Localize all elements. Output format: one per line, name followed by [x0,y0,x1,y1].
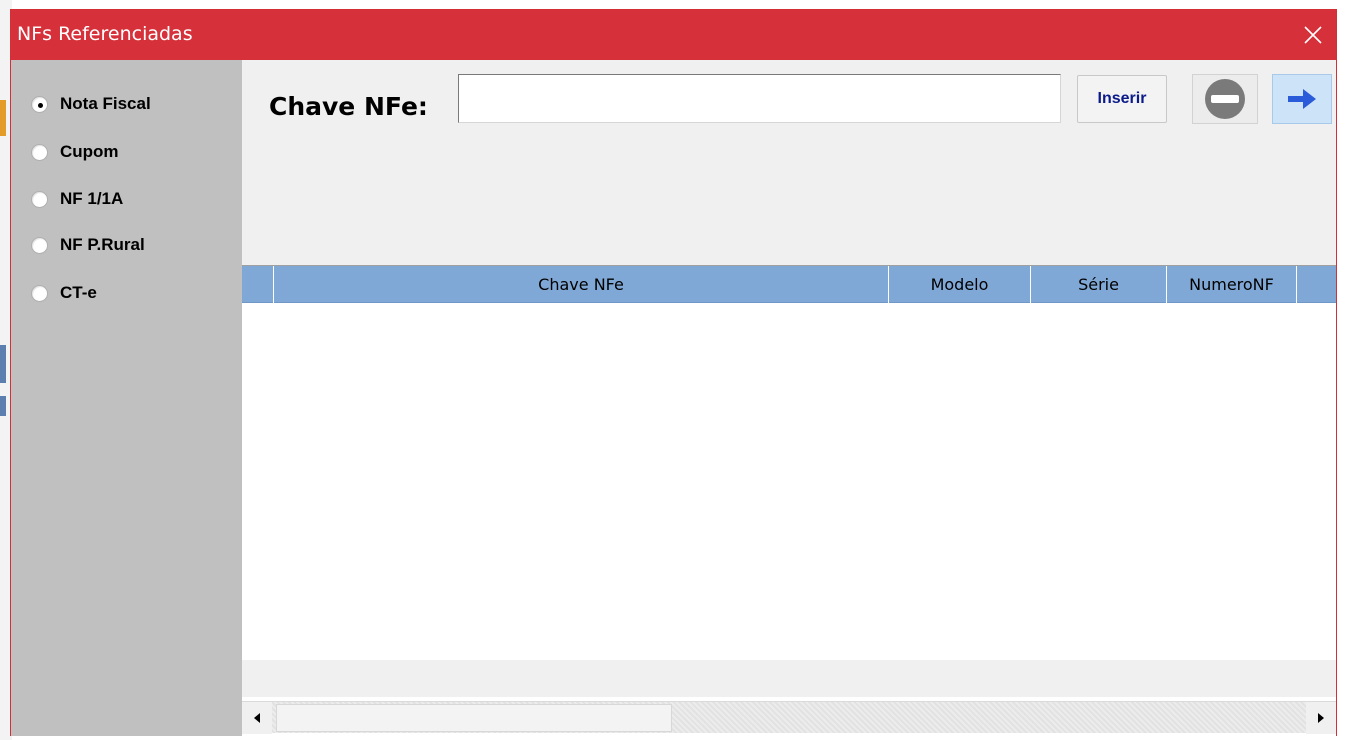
title-bar[interactable]: NFs Referenciadas [11,10,1336,60]
column-serie[interactable]: Série [1031,266,1167,303]
grid-footer [242,660,1336,697]
scroll-thumb[interactable] [276,704,672,732]
main-content: Chave NFe: Inserir Chave NFe Modelo Séri… [242,60,1336,736]
scroll-left-icon [254,713,260,723]
radio-ct-e[interactable]: CT-e [31,281,97,305]
radio-label: Nota Fiscal [60,94,151,113]
advance-button[interactable] [1272,74,1332,124]
remove-icon [1205,79,1245,119]
chave-nfe-label: Chave NFe: [269,92,428,121]
window-title: NFs Referenciadas [17,23,193,45]
column-modelo[interactable]: Modelo [889,266,1031,303]
remove-button[interactable] [1192,74,1258,124]
radio-indicator[interactable] [31,143,48,161]
background-top [0,0,1346,9]
chave-nfe-input[interactable] [458,74,1061,123]
grid-header: Chave NFe Modelo Série NumeroNF [242,266,1336,303]
radio-nota-fiscal[interactable]: Nota Fiscal [31,92,151,116]
radio-indicator[interactable] [31,236,48,254]
scroll-left-button[interactable] [242,702,272,734]
scroll-right-button[interactable] [1306,702,1336,734]
column-chave-nfe[interactable]: Chave NFe [274,266,889,303]
scroll-right-icon [1318,713,1324,723]
close-button[interactable] [1290,10,1336,60]
radio-label: CT-e [60,283,97,302]
arrow-right-icon [1288,89,1316,109]
background-app-mark [0,100,6,136]
radio-nf-1-1a[interactable]: NF 1/1A [31,187,123,211]
horizontal-scrollbar[interactable] [242,701,1336,734]
close-icon [1304,26,1322,44]
radio-label: NF 1/1A [60,189,124,208]
grid-row-selector-header[interactable] [242,266,274,303]
radio-nf-p-rural[interactable]: NF P.Rural [31,233,145,257]
radio-label: Cupom [60,142,119,161]
radio-indicator[interactable] [31,190,48,208]
radio-indicator[interactable] [31,95,48,113]
referenced-nfs-grid[interactable]: Chave NFe Modelo Série NumeroNF [242,265,1336,736]
radio-label: NF P.Rural [60,235,145,254]
background-app-mark [0,345,6,383]
document-type-panel: Nota Fiscal Cupom NF 1/1A NF P.Rural CT-… [11,60,242,736]
nfs-referenciadas-dialog: NFs Referenciadas Nota Fiscal Cupom NF 1… [10,9,1337,736]
background-app-mark [0,396,6,416]
inserir-button[interactable]: Inserir [1077,75,1167,123]
radio-indicator[interactable] [31,284,48,302]
radio-cupom[interactable]: Cupom [31,140,119,164]
column-numero-nf[interactable]: NumeroNF [1167,266,1297,303]
